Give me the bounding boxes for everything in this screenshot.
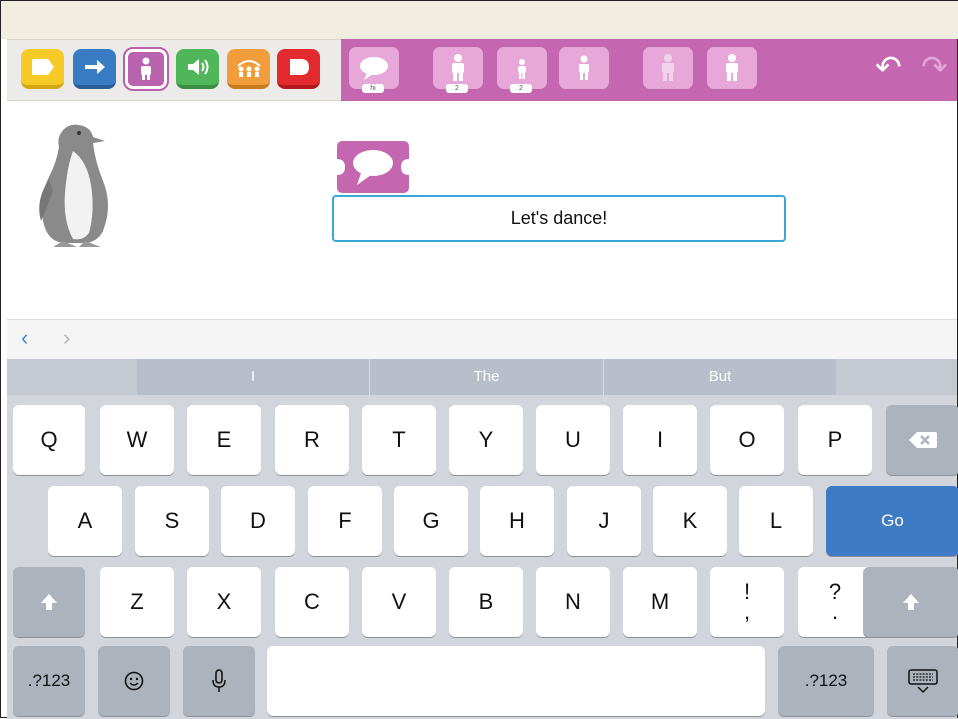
redo-icon[interactable]: ↷ (921, 51, 948, 83)
top-strip (1, 1, 958, 39)
chevron-left-icon[interactable]: ‹ (21, 325, 28, 351)
key-a[interactable]: A (48, 486, 122, 556)
key-s[interactable]: S (135, 486, 209, 556)
grow-person-icon (452, 54, 464, 81)
person-icon (141, 57, 151, 80)
show-block[interactable] (707, 47, 757, 89)
keyboard-dismiss-icon (908, 669, 938, 694)
key-x[interactable]: X (187, 567, 261, 637)
key-h[interactable]: H (480, 486, 554, 556)
emoji-key[interactable] (98, 646, 170, 716)
category-end-button[interactable] (277, 49, 320, 89)
key-t[interactable]: T (362, 405, 436, 475)
shrink-block-tab: 2 (510, 84, 532, 93)
say-block[interactable]: hi (349, 47, 399, 93)
numbers-key-right[interactable]: .?123 (778, 646, 874, 716)
microphone-icon (212, 669, 226, 692)
key-comma-label: , (743, 599, 751, 624)
speaker-icon (187, 59, 208, 75)
go-key[interactable]: Go (826, 486, 958, 556)
key-f[interactable]: F (308, 486, 382, 556)
key-d[interactable]: D (221, 486, 295, 556)
say-text-input[interactable] (332, 195, 786, 242)
show-person-icon (726, 54, 738, 81)
backspace-key[interactable] (886, 405, 958, 475)
reset-size-block[interactable] (559, 47, 609, 89)
key-y[interactable]: Y (449, 405, 523, 475)
key-m[interactable]: M (623, 567, 697, 637)
category-looks-button[interactable] (123, 47, 169, 91)
trigger-icon (31, 59, 54, 75)
say-block-tab: hi (362, 84, 384, 93)
key-v[interactable]: V (362, 567, 436, 637)
key-r[interactable]: R (275, 405, 349, 475)
crowd-icon (236, 60, 261, 77)
shrink-person-icon (518, 59, 526, 79)
category-motion-button[interactable] (73, 49, 116, 89)
grow-block[interactable]: 2 (433, 47, 483, 93)
key-c[interactable]: C (275, 567, 349, 637)
key-j[interactable]: J (567, 486, 641, 556)
key-n[interactable]: N (536, 567, 610, 637)
category-triggering-button[interactable] (21, 49, 64, 89)
dictation-key[interactable] (183, 646, 255, 716)
suggestion-3[interactable]: But (604, 359, 836, 395)
key-q[interactable]: Q (13, 405, 85, 475)
suggestion-2[interactable]: The (370, 359, 603, 395)
key-b[interactable]: B (449, 567, 523, 637)
suggestion-1[interactable]: I (137, 359, 369, 395)
key-l[interactable]: L (739, 486, 813, 556)
arrow-right-icon (84, 60, 105, 74)
shift-key-left[interactable] (13, 567, 85, 637)
key-k[interactable]: K (653, 486, 727, 556)
numbers-key-left[interactable]: .?123 (13, 646, 85, 716)
space-key[interactable] (267, 646, 765, 716)
script-say-block[interactable] (337, 141, 409, 193)
shift-icon (41, 594, 57, 610)
hide-person-icon (662, 54, 674, 81)
key-i[interactable]: I (623, 405, 697, 475)
key-w[interactable]: W (100, 405, 174, 475)
shift-icon (903, 594, 919, 610)
hide-block[interactable] (643, 47, 693, 89)
speech-bubble-icon (360, 57, 388, 80)
key-o[interactable]: O (710, 405, 784, 475)
shift-key-right[interactable] (863, 567, 958, 637)
key-period-label: . (831, 599, 839, 624)
key-z[interactable]: Z (100, 567, 174, 637)
backspace-icon (908, 432, 937, 448)
key-exclaim-comma[interactable]: ! , (710, 567, 784, 637)
penguin-character[interactable] (33, 121, 123, 249)
end-icon (289, 59, 309, 75)
category-control-button[interactable] (227, 49, 270, 89)
category-sound-button[interactable] (176, 49, 219, 89)
reset-size-icon (579, 55, 589, 80)
key-g[interactable]: G (394, 486, 468, 556)
hide-keyboard-key[interactable] (887, 646, 958, 716)
key-question-period[interactable]: ? . (798, 567, 872, 637)
smiley-icon (124, 671, 144, 691)
undo-icon[interactable]: ↶ (875, 51, 902, 83)
shrink-block[interactable]: 2 (497, 47, 547, 93)
key-u[interactable]: U (536, 405, 610, 475)
key-e[interactable]: E (187, 405, 261, 475)
chevron-right-icon[interactable]: › (63, 325, 70, 351)
keyboard-nav-bar (7, 319, 957, 359)
grow-block-tab: 2 (446, 84, 468, 93)
key-p[interactable]: P (798, 405, 872, 475)
